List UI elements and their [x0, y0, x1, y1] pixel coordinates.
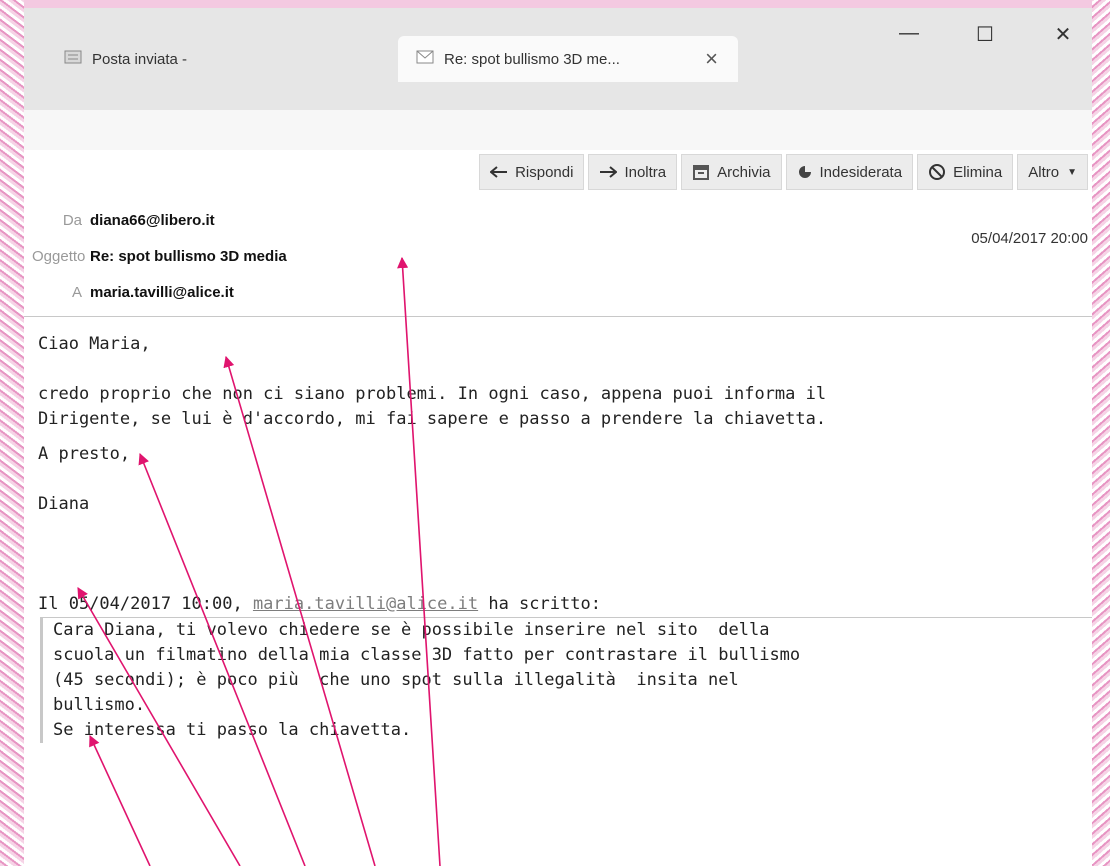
closing: A presto, — [38, 444, 131, 464]
spacer-bar — [24, 110, 1092, 150]
title-bar: Posta inviata - Re: spot bullismo 3D me.… — [24, 8, 1092, 110]
message-toolbar: Rispondi Inoltra Archivia Indesiderata E… — [479, 154, 1088, 190]
body-line: Dirigente, se lui è d'accordo, mi fai sa… — [38, 409, 827, 429]
signature: Diana — [38, 494, 90, 514]
envelope-icon — [416, 50, 434, 68]
header-divider — [24, 316, 1092, 317]
quoted-line: bullismo. — [53, 695, 146, 715]
quoted-message: Cara Diana, ti volevo chiedere se è poss… — [40, 617, 1092, 743]
more-button[interactable]: Altro ▼ — [1017, 154, 1088, 190]
close-window-button[interactable]: ✕ — [1048, 22, 1078, 46]
from-value[interactable]: diana66@libero.it — [90, 212, 215, 229]
delete-label: Elimina — [953, 163, 1003, 181]
mail-window: Posta inviata - Re: spot bullismo 3D me.… — [24, 8, 1092, 866]
body-line: credo proprio che non ci siano problemi.… — [38, 384, 827, 404]
tab-label: Posta inviata - — [92, 50, 188, 68]
reply-icon — [490, 166, 508, 178]
quoted-line: Se interessa ti passo la chiavetta. — [53, 720, 412, 740]
maximize-button[interactable]: ☐ — [970, 22, 1000, 46]
from-row: Da diana66@libero.it — [32, 212, 215, 229]
junk-icon — [798, 166, 811, 178]
subject-value: Re: spot bullismo 3D media — [90, 248, 287, 265]
decorative-left-border — [0, 0, 24, 866]
to-row: Amaria.tavilli@alice.it — [32, 284, 234, 301]
subject-label: Oggetto — [32, 248, 86, 265]
forward-label: Inoltra — [624, 163, 667, 181]
folder-icon — [64, 50, 82, 68]
to-value[interactable]: maria.tavilli@alice.it — [90, 284, 234, 301]
delete-button[interactable]: Elimina — [917, 154, 1014, 190]
from-label: Da — [62, 212, 82, 229]
reply-label: Rispondi — [515, 163, 574, 181]
junk-label: Indesiderata — [819, 163, 903, 181]
quoted-line: Cara Diana, ti volevo chiedere se è poss… — [53, 620, 770, 640]
delete-icon — [929, 164, 946, 180]
quoted-line: scuola un filmatino della mia classe 3D … — [53, 645, 801, 665]
tab-label: Re: spot bullismo 3D me... — [444, 50, 620, 68]
decorative-right-border — [1092, 0, 1110, 866]
junk-button[interactable]: Indesiderata — [785, 154, 914, 190]
tab-message[interactable]: Re: spot bullismo 3D me... × — [398, 36, 738, 82]
archive-label: Archivia — [717, 163, 771, 181]
to-label: A — [71, 284, 82, 301]
message-body: Ciao Maria, credo proprio che non ci sia… — [38, 332, 1092, 743]
close-tab-icon[interactable]: × — [705, 46, 718, 72]
quoted-line: (45 secondi); è poco più che uno spot su… — [53, 670, 739, 690]
quote-intro-suffix: ha scritto: — [478, 594, 601, 614]
chevron-down-icon: ▼ — [1067, 166, 1077, 178]
archive-button[interactable]: Archivia — [681, 154, 782, 190]
more-label: Altro — [1028, 163, 1060, 181]
forward-icon — [600, 166, 618, 178]
minimize-button[interactable]: — — [894, 22, 924, 46]
archive-icon — [693, 165, 710, 180]
quote-intro-text: Il 05/04/2017 10:00, — [38, 594, 253, 614]
message-date: 05/04/2017 20:00 — [971, 230, 1088, 247]
tab-sent-mail[interactable]: Posta inviata - — [64, 40, 187, 78]
forward-button[interactable]: Inoltra — [588, 154, 678, 190]
quote-header: Il 05/04/2017 10:00, maria.tavilli@alice… — [38, 592, 1092, 617]
greeting: Ciao Maria, — [38, 334, 151, 354]
subject-row: Oggetto Re: spot bullismo 3D media — [32, 248, 287, 265]
reply-button[interactable]: Rispondi — [479, 154, 585, 190]
quoted-sender-link[interactable]: maria.tavilli@alice.it — [253, 594, 478, 614]
